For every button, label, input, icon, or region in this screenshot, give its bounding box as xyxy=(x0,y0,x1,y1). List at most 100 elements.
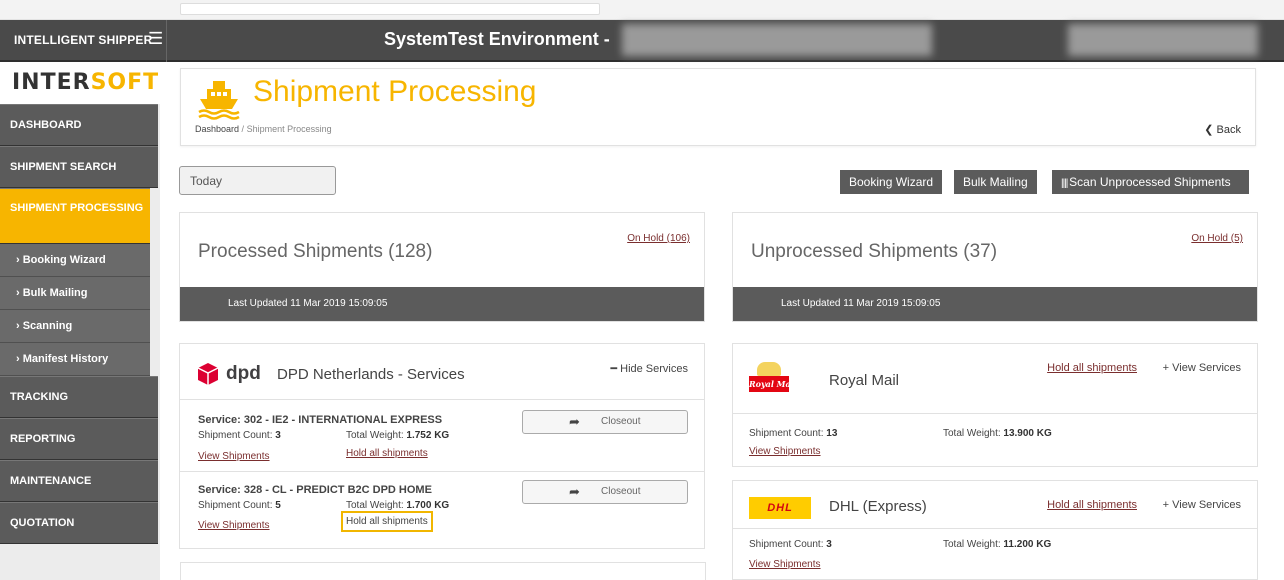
carrier-panel-dhl: DHL DHL (Express) Hold all shipments + V… xyxy=(732,480,1258,580)
closeout-button[interactable]: ➦ Closeout xyxy=(522,410,688,434)
sidebar-item-maintenance[interactable]: MAINTENANCE xyxy=(0,460,158,502)
unprocessed-on-hold-link[interactable]: On Hold (5) xyxy=(1191,233,1243,244)
intersoft-logo[interactable]: INTERSOFT xyxy=(0,62,160,104)
dpd-service-row: Service: 302 - IE2 - INTERNATIONAL EXPRE… xyxy=(180,400,704,472)
total-weight-label: Total Weight: xyxy=(943,539,1001,550)
carrier-header-dhl: DHL DHL (Express) Hold all shipments + V… xyxy=(733,481,1257,529)
share-arrow-icon: ➦ xyxy=(569,414,580,429)
carrier-panel-dpd: dpd DPD Netherlands - Services ━ Hide Se… xyxy=(179,343,705,549)
processed-on-hold-link[interactable]: On Hold (106) xyxy=(627,233,690,244)
next-carrier-panel xyxy=(180,562,706,580)
logo-text-inter: INTER xyxy=(12,70,91,95)
breadcrumb-separator: / xyxy=(241,124,245,134)
view-shipments-link[interactable]: View Shipments xyxy=(749,559,821,570)
hold-all-shipments-link[interactable]: Hold all shipments xyxy=(346,448,428,459)
shipment-count: Shipment Count: 13 xyxy=(749,428,837,439)
dpd-carrier-name: DPD Netherlands - Services xyxy=(277,366,465,383)
dhl-carrier-name: DHL (Express) xyxy=(829,498,927,515)
total-weight-value: 1.700 KG xyxy=(406,500,450,511)
sidebar-item-shipment-search[interactable]: SHIPMENT SEARCH xyxy=(0,146,158,188)
shipment-count-value: 3 xyxy=(826,539,832,550)
closeout-button[interactable]: ➦ Closeout xyxy=(522,480,688,504)
dpd-logo-text: dpd xyxy=(226,363,261,384)
total-weight: Total Weight: 1.752 KG xyxy=(346,430,449,441)
barcode-icon: |||| xyxy=(1061,178,1070,189)
view-shipments-link[interactable]: View Shipments xyxy=(198,451,270,462)
booking-wizard-button[interactable]: Booking Wizard xyxy=(840,170,943,194)
hamburger-icon[interactable]: ☰ xyxy=(148,29,163,49)
breadcrumb-current: Shipment Processing xyxy=(246,124,332,134)
sidebar-item-quotation[interactable]: QUOTATION xyxy=(0,502,158,544)
dpd-service-row: Service: 328 - CL - PREDICT B2C DPD HOME… xyxy=(180,472,704,544)
scan-unprocessed-label: Scan Unprocessed Shipments xyxy=(1069,175,1231,189)
hold-all-shipments-link[interactable]: Hold all shipments xyxy=(341,511,433,532)
ship-icon xyxy=(198,81,240,120)
sidebar-item-shipment-processing[interactable]: SHIPMENT PROCESSING xyxy=(0,188,150,244)
redacted-user-info xyxy=(1068,24,1258,56)
total-weight-label: Total Weight: xyxy=(346,430,404,441)
sidebar-item-tracking[interactable]: TRACKING xyxy=(0,376,158,418)
total-weight-label: Total Weight: xyxy=(346,500,404,511)
sidebar-item-dashboard[interactable]: DASHBOARD xyxy=(0,104,158,146)
royal-mail-logo-text: Royal Mail xyxy=(749,376,797,392)
closeout-label: Closeout xyxy=(601,416,641,427)
shipment-count: Shipment Count: 3 xyxy=(198,430,281,441)
service-name: Service: 328 - CL - PREDICT B2C DPD HOME xyxy=(198,484,432,496)
scan-unprocessed-button[interactable]: |||| Scan Unprocessed Shipments xyxy=(1052,170,1249,194)
royal-mail-logo: Royal Mail xyxy=(749,362,797,404)
processed-shipments-title: Processed Shipments (128) xyxy=(198,241,433,262)
shipment-count-label: Shipment Count: xyxy=(198,430,273,441)
breadcrumb-dashboard[interactable]: Dashboard xyxy=(195,124,239,134)
closeout-label: Closeout xyxy=(601,486,641,497)
browser-url-bar[interactable] xyxy=(180,3,600,15)
carrier-header-dpd: dpd DPD Netherlands - Services ━ Hide Se… xyxy=(180,344,704,400)
header-divider xyxy=(166,20,167,62)
sidebar-subitem-booking-wizard[interactable]: › Booking Wizard xyxy=(0,244,150,277)
dpd-cube-icon xyxy=(197,363,219,385)
environment-title: SystemTest Environment - xyxy=(384,29,610,49)
bulk-mailing-button[interactable]: Bulk Mailing xyxy=(954,170,1037,194)
shipment-count-value: 5 xyxy=(275,500,281,511)
sidebar-subitem-bulk-mailing[interactable]: › Bulk Mailing xyxy=(0,277,150,310)
view-services-button[interactable]: + View Services xyxy=(1163,362,1241,374)
page-header: Shipment Processing Dashboard / Shipment… xyxy=(180,68,1256,146)
hold-all-shipments-link[interactable]: Hold all shipments xyxy=(1047,362,1137,374)
sidebar-subitem-scanning[interactable]: › Scanning xyxy=(0,310,150,343)
view-services-button[interactable]: + View Services xyxy=(1163,499,1241,511)
shipment-count-value: 3 xyxy=(275,430,281,441)
service-name: Service: 302 - IE2 - INTERNATIONAL EXPRE… xyxy=(198,414,443,426)
unprocessed-shipments-title: Unprocessed Shipments (37) xyxy=(751,241,998,262)
shipment-count: Shipment Count: 5 xyxy=(198,500,281,511)
total-weight-value: 1.752 KG xyxy=(406,430,450,441)
shipment-count-label: Shipment Count: xyxy=(749,539,824,550)
total-weight-label: Total Weight: xyxy=(943,428,1001,439)
total-weight: Total Weight: 1.700 KG xyxy=(346,500,449,511)
royal-mail-carrier-name: Royal Mail xyxy=(829,372,900,389)
page-title: Shipment Processing xyxy=(253,75,537,108)
unprocessed-last-updated: Last Updated 11 Mar 2019 15:09:05 xyxy=(733,287,1257,321)
app-brand: INTELLIGENT SHIPPER xyxy=(14,33,153,47)
sidebar-item-reporting[interactable]: REPORTING xyxy=(0,418,158,460)
processed-shipments-panel: Processed Shipments (128) On Hold (106) … xyxy=(179,212,705,322)
top-header: INTELLIGENT SHIPPER ☰ SystemTest Environ… xyxy=(0,20,1284,62)
logo-text-soft: SOFT xyxy=(90,70,160,95)
shipment-count-label: Shipment Count: xyxy=(198,500,273,511)
royal-mail-crown-icon xyxy=(757,362,781,376)
view-shipments-link[interactable]: View Shipments xyxy=(749,446,821,457)
sidebar: INTERSOFT DASHBOARD SHIPMENT SEARCH SHIP… xyxy=(0,62,160,580)
total-weight-value: 13.900 KG xyxy=(1003,428,1052,439)
back-button[interactable]: ❮ Back xyxy=(1204,123,1241,136)
view-shipments-link[interactable]: View Shipments xyxy=(198,520,270,531)
shipment-count: Shipment Count: 3 xyxy=(749,539,832,550)
date-filter-input[interactable]: Today xyxy=(179,166,336,195)
shipment-count-value: 13 xyxy=(826,428,838,439)
breadcrumb: Dashboard / Shipment Processing xyxy=(195,124,332,134)
hide-services-button[interactable]: ━ Hide Services xyxy=(610,362,688,375)
unprocessed-shipments-panel: Unprocessed Shipments (37) On Hold (5) L… xyxy=(732,212,1258,322)
total-weight: Total Weight: 11.200 KG xyxy=(943,539,1051,550)
share-arrow-icon: ➦ xyxy=(569,484,580,499)
hold-all-shipments-link[interactable]: Hold all shipments xyxy=(1047,499,1137,511)
sidebar-subitem-manifest-history[interactable]: › Manifest History xyxy=(0,343,150,376)
shipment-count-label: Shipment Count: xyxy=(749,428,824,439)
dhl-logo: DHL xyxy=(749,497,811,519)
